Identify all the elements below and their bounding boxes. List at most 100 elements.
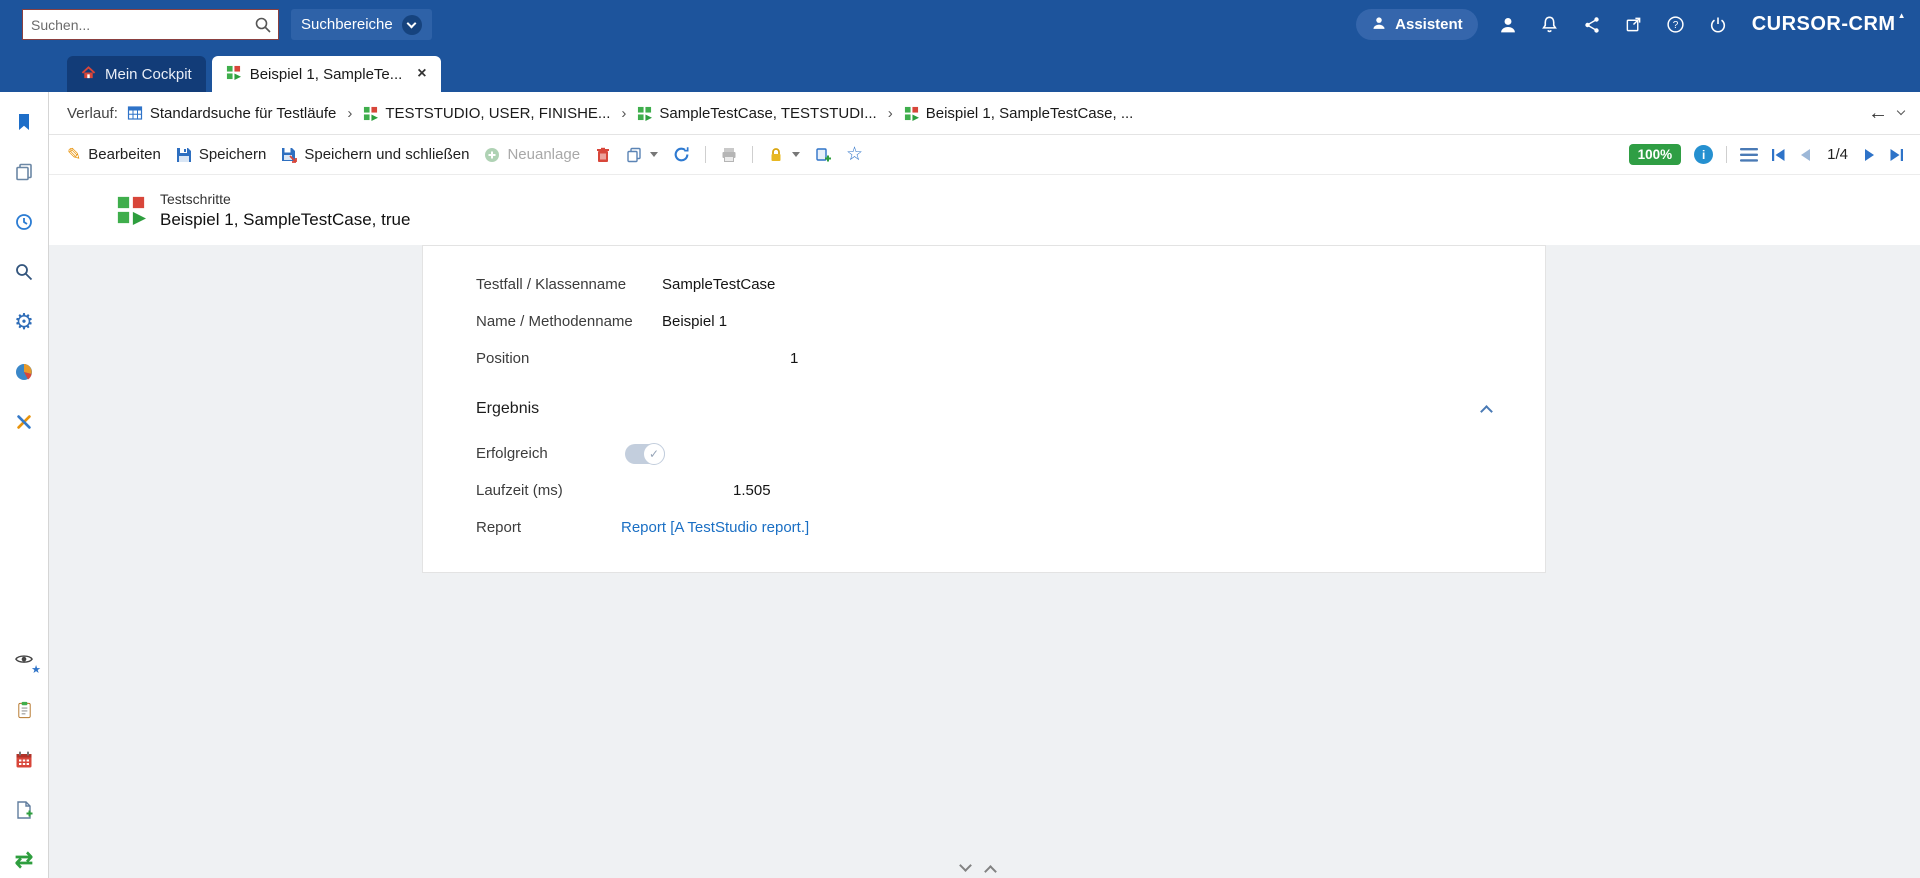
info-icon[interactable]: i [1694, 145, 1714, 164]
pencil-icon: ✎ [67, 144, 82, 164]
testcase-icon [638, 106, 653, 121]
suchbereiche-button[interactable]: Suchbereiche [291, 9, 432, 40]
sidebar-item-history[interactable] [11, 210, 37, 234]
search-input[interactable] [23, 10, 278, 39]
app-window: Suchbereiche Assistent ? [0, 0, 1920, 878]
clipboard-icon [17, 701, 31, 719]
copy-record-button[interactable] [626, 147, 659, 163]
refresh-button[interactable] [673, 146, 690, 163]
sidebar-item-bookmark[interactable] [11, 110, 37, 134]
trash-icon [597, 147, 610, 162]
star-icon: ★ [31, 664, 41, 676]
breadcrumb-separator: › [621, 104, 627, 122]
teststep-large-icon [117, 196, 146, 225]
section-collapse-button[interactable] [1475, 398, 1497, 420]
next-record-button[interactable] [1864, 148, 1876, 162]
left-sidebar: ⚙ ★ ⇄ [0, 92, 49, 878]
sidebar-item-tools[interactable] [11, 410, 37, 434]
sync-arrows-icon: ⇄ [14, 847, 34, 872]
first-icon [1772, 148, 1785, 161]
field-value: 1.505 [733, 482, 771, 499]
breadcrumb-item-testcase[interactable]: SampleTestCase, TESTSTUDI... [637, 105, 877, 122]
power-logout-icon[interactable] [1706, 13, 1730, 37]
toolbar-divider [1726, 146, 1728, 163]
save-and-close-button[interactable]: Speichern und schließen [281, 146, 469, 163]
chevron-up-icon[interactable] [984, 865, 997, 878]
chevron-down-icon[interactable] [959, 859, 972, 872]
sidebar-item-sync[interactable]: ⇄ [11, 848, 37, 872]
sidebar-item-calendar[interactable] [11, 748, 37, 772]
copy-icon [627, 147, 641, 162]
top-bar: Suchbereiche Assistent ? [0, 0, 1920, 49]
open-external-icon[interactable] [1622, 13, 1646, 37]
breadcrumb-separator: › [887, 104, 893, 122]
save-button[interactable]: Speichern [176, 146, 266, 163]
add-relation-icon [816, 147, 832, 161]
tab-record-label: Beispiel 1, SampleTe... [249, 65, 403, 83]
field-testfall: Testfall / Klassenname SampleTestCase [423, 266, 1545, 303]
field-position: Position 1 [423, 340, 1545, 377]
tab-record[interactable]: Beispiel 1, SampleTe... × [211, 56, 441, 92]
assistent-button[interactable]: Assistent [1356, 9, 1478, 40]
hamburger-icon [1740, 147, 1759, 162]
search-list-icon [16, 264, 33, 281]
breadcrumb: Verlauf: Standardsuche für Testläufe › T… [49, 92, 1920, 135]
field-label: Laufzeit (ms) [476, 482, 563, 499]
field-report: Report Report [A TestStudio report.] [423, 509, 1545, 546]
account-icon[interactable] [1496, 13, 1520, 37]
breadcrumb-item-testrun[interactable]: TESTSTUDIO, USER, FINISHE... [363, 105, 610, 122]
last-record-button[interactable] [1889, 148, 1904, 162]
history-dropdown-icon[interactable] [1896, 106, 1906, 116]
save-icon [176, 147, 191, 162]
sidebar-item-copy[interactable] [11, 160, 37, 184]
chevron-down-icon [401, 14, 422, 35]
new-record-button[interactable]: Neuanlage [484, 146, 580, 163]
tab-bar: Mein Cockpit Beispiel 1, SampleTe... × [0, 49, 1920, 92]
record-type-label: Testschritte [160, 190, 231, 207]
toggle-check-icon: ✓ [643, 442, 665, 465]
tab-cockpit-label: Mein Cockpit [105, 65, 192, 83]
calendar-icon [16, 751, 32, 768]
search-icon[interactable] [251, 13, 275, 37]
share-icon[interactable] [1580, 13, 1604, 37]
report-link[interactable]: Report [A TestStudio report.] [621, 519, 809, 536]
breadcrumb-item-search[interactable]: Standardsuche für Testläufe [127, 105, 336, 122]
sidebar-item-notes[interactable] [11, 698, 37, 722]
printer-icon [722, 147, 736, 162]
breadcrumb-separator: › [347, 104, 353, 122]
breadcrumb-item-teststep[interactable]: Beispiel 1, SampleTestCase, ... [904, 105, 1133, 122]
previous-record-button[interactable] [1799, 148, 1811, 162]
close-icon[interactable]: × [417, 66, 426, 82]
toolbar-divider [705, 146, 707, 163]
quality-badge: 100% [1628, 144, 1682, 165]
record-header: Testschritte Beispiel 1, SampleTestCase,… [49, 175, 1920, 245]
sidebar-item-search[interactable] [11, 260, 37, 284]
favorite-button[interactable]: ☆ [846, 143, 863, 166]
star-outline-icon: ☆ [846, 144, 864, 165]
first-record-button[interactable] [1771, 148, 1786, 162]
lock-button[interactable] [768, 147, 801, 163]
history-back-icon[interactable]: ← [1868, 103, 1888, 123]
add-relation-button[interactable] [815, 147, 832, 163]
sidebar-item-watchlist[interactable]: ★ [11, 648, 41, 676]
erfolgreich-toggle[interactable]: ✓ [625, 442, 665, 465]
brand-mark-icon: ▲ [1897, 11, 1906, 20]
notifications-bell-icon[interactable] [1538, 13, 1562, 37]
testcase-icon [226, 65, 241, 84]
edit-button[interactable]: ✎ Bearbeiten [67, 145, 161, 165]
sidebar-item-new-document[interactable] [11, 798, 37, 822]
field-label: Position [476, 350, 530, 367]
tab-mein-cockpit[interactable]: Mein Cockpit [67, 56, 206, 92]
refresh-icon [674, 147, 689, 162]
delete-button[interactable] [595, 147, 611, 163]
menu-button[interactable] [1740, 147, 1759, 162]
field-name: Name / Methodenname Beispiel 1 [423, 303, 1545, 340]
field-value: SampleTestCase [662, 276, 776, 293]
chevron-down-icon [792, 152, 801, 157]
print-button[interactable] [721, 147, 737, 163]
record-counter: 1/4 [1827, 146, 1848, 163]
home-icon [81, 65, 96, 84]
sidebar-item-reports[interactable] [11, 360, 37, 384]
sidebar-item-settings[interactable]: ⚙ [11, 310, 37, 334]
help-icon[interactable]: ? [1664, 13, 1688, 37]
